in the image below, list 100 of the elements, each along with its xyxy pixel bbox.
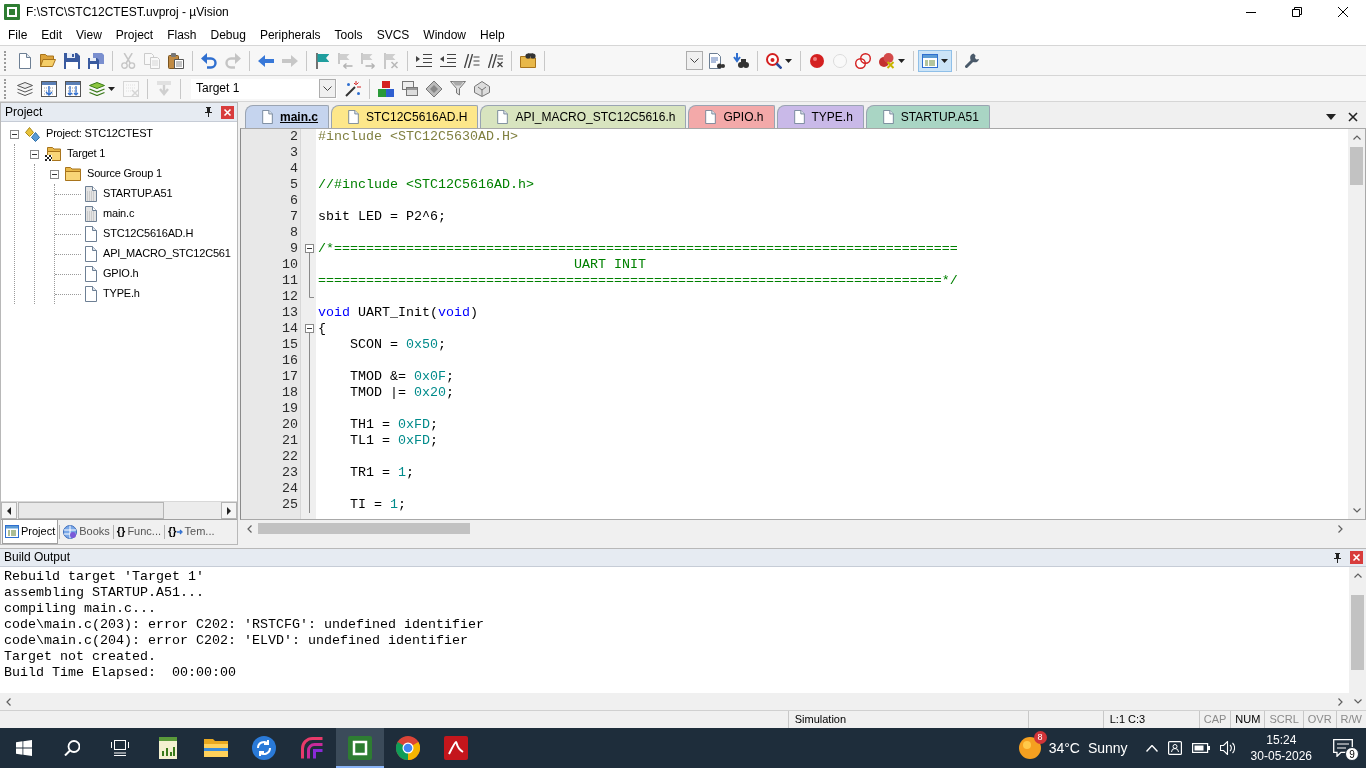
count-badge: 8 xyxy=(1033,731,1047,744)
toolbar-grip[interactable] xyxy=(4,78,7,99)
chevron-right-icon xyxy=(1338,697,1343,706)
close-button[interactable] xyxy=(1350,551,1363,564)
tray-button[interactable] xyxy=(1191,743,1210,753)
menu-item[interactable]: Tools xyxy=(327,25,370,44)
blank-page-icon xyxy=(85,266,97,282)
menu-item[interactable]: Peripherals xyxy=(252,25,328,44)
file-tab[interactable]: main.c xyxy=(245,105,329,128)
scroll-thumb[interactable] xyxy=(258,523,470,534)
taskbar-app[interactable] xyxy=(336,728,384,768)
menu-item[interactable]: Help xyxy=(473,25,512,44)
panel-tab[interactable]: Project xyxy=(2,520,59,544)
curved-arrow-right-icon xyxy=(225,52,241,69)
folder-binoculars-icon xyxy=(520,53,536,68)
dropdown-button[interactable] xyxy=(319,79,336,98)
tree-item[interactable]: Project: STC12CTEST xyxy=(45,127,154,141)
chevron-left-icon xyxy=(6,697,11,706)
close-button[interactable] xyxy=(221,105,234,119)
fold-toggle-icon[interactable] xyxy=(305,321,314,337)
weather-text: Sunny xyxy=(1087,739,1128,757)
caret-icon xyxy=(897,58,905,63)
collapse-box-icon[interactable] xyxy=(50,169,59,179)
panel-title: Build Output xyxy=(4,550,72,565)
code-line: /*============================================================================== xyxy=(317,241,958,257)
stacked-layers-icon xyxy=(17,81,33,96)
tray-button[interactable] xyxy=(1145,744,1158,752)
scroll-thumb[interactable] xyxy=(1351,595,1364,670)
tray-button[interactable] xyxy=(1219,741,1235,755)
tree-item[interactable]: Target 1 xyxy=(66,147,107,161)
overlapping-circles-icon xyxy=(855,52,871,69)
panel-tab[interactable]: {} Func... xyxy=(114,520,163,544)
menu-item[interactable]: View xyxy=(69,25,109,44)
tree-item[interactable]: STC12C5616AD.H xyxy=(102,227,195,241)
blank-page-icon xyxy=(262,110,273,124)
tree-item[interactable]: Source Group 1 xyxy=(86,167,163,181)
file-tab[interactable]: STC12C5616AD.H xyxy=(331,105,479,128)
tray-button[interactable] xyxy=(1167,741,1182,755)
pin-button[interactable] xyxy=(1333,552,1342,563)
target-select[interactable]: Target 1 xyxy=(191,78,337,99)
panel-title: Project xyxy=(5,104,44,120)
menu-item[interactable]: Debug xyxy=(203,25,253,44)
caret-icon xyxy=(940,58,948,63)
close-icon xyxy=(1348,111,1358,122)
code-line: { xyxy=(317,321,326,337)
collapse-box-icon[interactable] xyxy=(10,129,19,139)
dropdown-button[interactable] xyxy=(686,51,703,70)
blank-page-icon xyxy=(882,110,894,124)
output-line: compiling main.c... xyxy=(4,601,157,617)
scroll-thumb[interactable] xyxy=(18,502,164,519)
restore-icon xyxy=(1292,7,1302,17)
dots-cross-icon xyxy=(879,52,895,69)
pin-button[interactable] xyxy=(204,107,213,117)
binoculars-arrow-icon xyxy=(733,53,749,68)
tree-item[interactable]: API_MACRO_STC12C561 xyxy=(102,247,232,261)
panel-tab[interactable]: Books xyxy=(61,520,112,544)
folder-icon xyxy=(204,739,228,757)
line-number: 8 xyxy=(289,225,299,241)
menu-item[interactable]: File xyxy=(1,25,35,44)
code-line: TMOD |= 0x20; xyxy=(349,385,454,401)
collapse-box-icon[interactable] xyxy=(30,149,39,159)
diamond-icon xyxy=(426,80,442,97)
file-tab[interactable]: STARTUP.A51 xyxy=(865,105,990,128)
flag-arrow-icon xyxy=(361,52,376,69)
close-tab-button[interactable] xyxy=(1348,111,1358,122)
tree-item[interactable]: main.c xyxy=(102,207,136,221)
line-number: 22 xyxy=(281,449,299,465)
scroll-thumb[interactable] xyxy=(1350,147,1363,185)
code-line: TMOD &= 0x0F; xyxy=(349,369,454,385)
menu-item[interactable]: Flash xyxy=(160,25,204,44)
wrench-icon xyxy=(964,53,980,68)
triangle-right-icon xyxy=(227,506,231,515)
fold-end-icon xyxy=(309,289,314,298)
fold-toggle-icon[interactable] xyxy=(305,241,314,257)
window-title: F:\STC\STC12CTEST.uvproj - µVision xyxy=(26,4,230,20)
code-line: TH1 = 0xFD; xyxy=(349,417,438,433)
chevron-down-icon xyxy=(1353,699,1362,704)
menu-item[interactable]: SVCS xyxy=(369,25,417,44)
menu-item[interactable]: Project xyxy=(108,25,161,44)
funnel-icon xyxy=(450,81,466,96)
notification-button[interactable]: 9 xyxy=(1320,728,1366,768)
tree-item[interactable]: TYPE.h xyxy=(102,287,141,301)
triangle-left-icon xyxy=(7,506,11,515)
line-number: 4 xyxy=(289,161,299,177)
line-number: 23 xyxy=(281,465,299,481)
tree-item[interactable]: GPIO.h xyxy=(102,267,140,281)
magnifier-ring-icon xyxy=(766,52,782,69)
menu-item[interactable]: Edit xyxy=(34,25,70,44)
curve-tile-icon xyxy=(444,736,468,760)
dropdown-icon xyxy=(1326,113,1336,120)
menu-item[interactable]: Window xyxy=(416,25,473,44)
file-tab[interactable]: API_MACRO_STC12C5616.h xyxy=(480,105,687,128)
chevron-down-icon xyxy=(323,86,332,91)
panel-tab[interactable]: {} Tem... xyxy=(166,520,217,544)
toolbar-grip[interactable] xyxy=(4,50,7,71)
file-tab[interactable]: GPIO.h xyxy=(688,105,775,128)
scrollbar[interactable] xyxy=(1,502,237,519)
tree-item[interactable]: STARTUP.A51 xyxy=(102,187,174,201)
tab-list-button[interactable] xyxy=(1326,113,1336,120)
file-tab[interactable]: TYPE.h xyxy=(776,105,864,128)
